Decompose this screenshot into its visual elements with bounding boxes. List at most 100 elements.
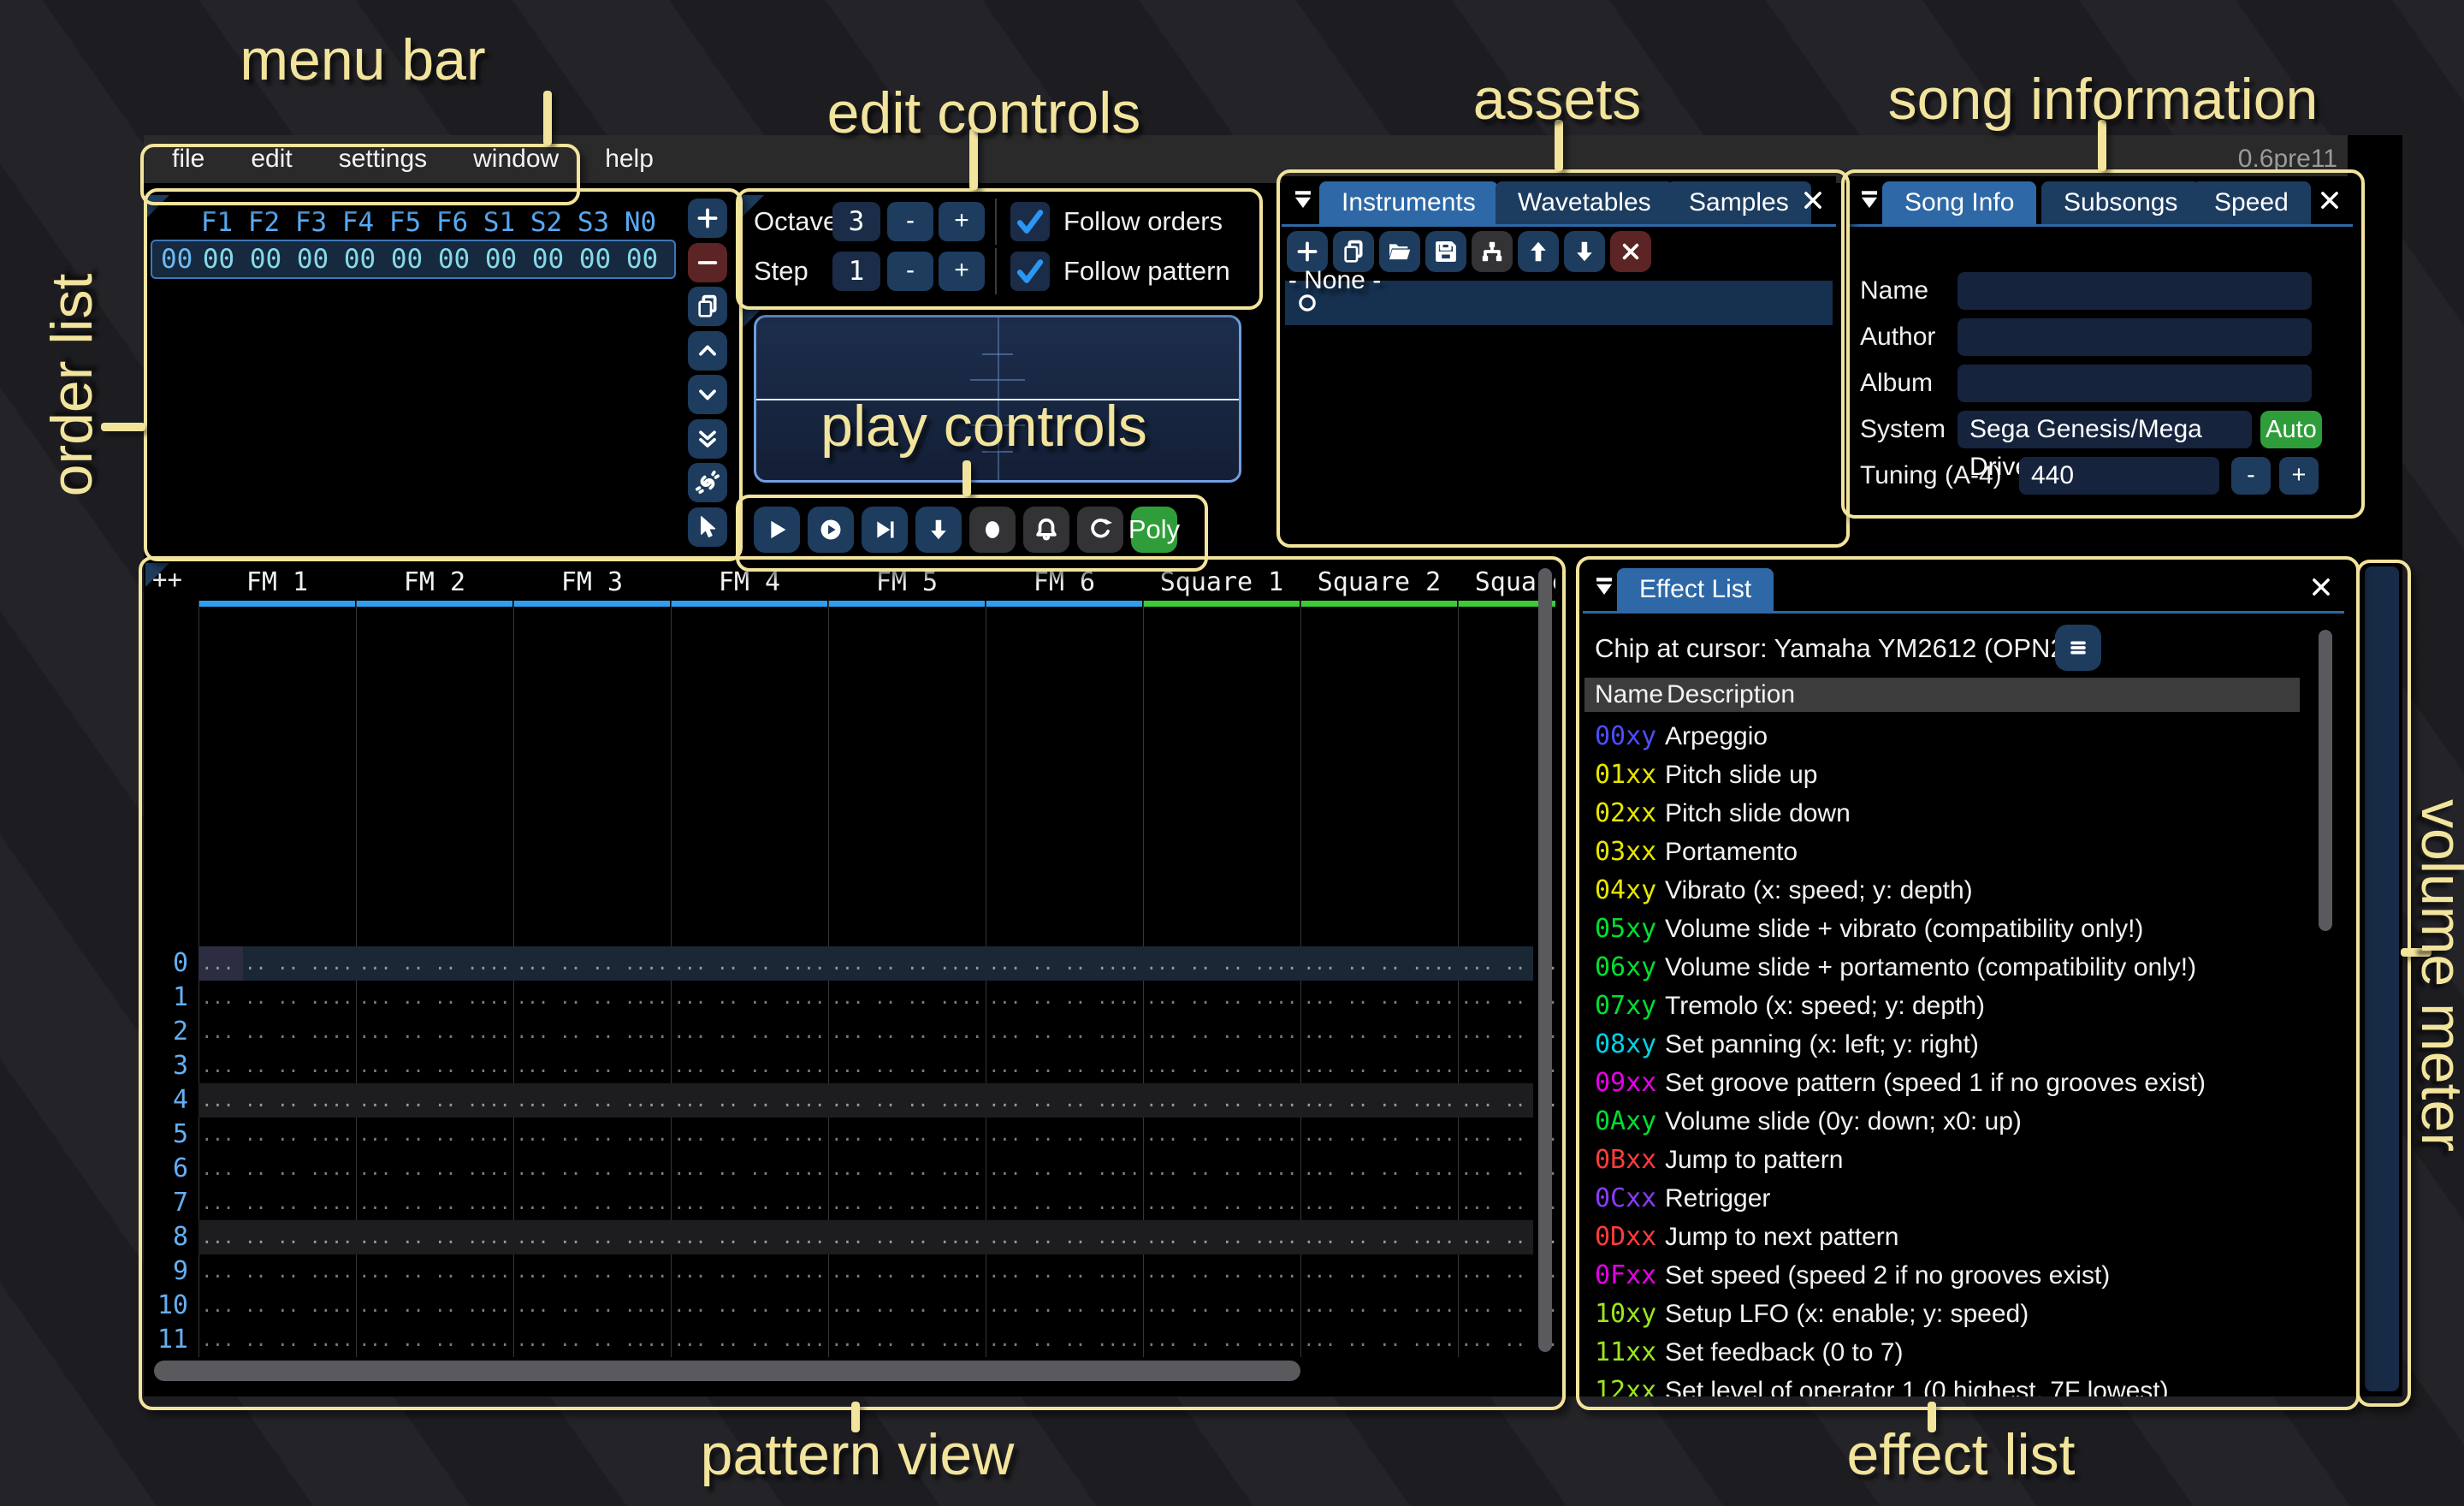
pattern-cell[interactable]: ... .. .. ....: [1143, 1083, 1300, 1118]
pattern-cell[interactable]: ... .. .. ....: [828, 1289, 986, 1323]
pattern-cell[interactable]: ... .. .. ....: [513, 1323, 671, 1357]
close-icon[interactable]: [2317, 187, 2343, 213]
pattern-cell[interactable]: ... .. .. ....: [1143, 1254, 1300, 1289]
pattern-cell[interactable]: ... .. .. ....: [356, 1289, 513, 1323]
pattern-cell[interactable]: ... .. .. ....: [1143, 1049, 1300, 1083]
repeat-button[interactable]: [1077, 507, 1123, 553]
minus-button[interactable]: [688, 243, 727, 282]
pattern-row-0[interactable]: 0... .. .. ....... .. .. ....... .. .. .…: [145, 946, 1555, 981]
tab-song-info[interactable]: Song Info: [1882, 181, 2036, 224]
pattern-cell[interactable]: ... .. .. ....: [513, 1254, 671, 1289]
record-button[interactable]: [969, 507, 1016, 553]
pattern-cell[interactable]: ... .. .. ....: [1143, 1015, 1300, 1049]
pattern-cell[interactable]: ... .. .. ....: [828, 1323, 986, 1357]
author-input[interactable]: [1958, 318, 2312, 356]
tab-effect-list[interactable]: Effect List: [1617, 568, 1774, 611]
follow-pattern-checkbox[interactable]: [1010, 252, 1050, 291]
close-icon[interactable]: [2308, 574, 2334, 600]
instrument-list-item[interactable]: - None -: [1285, 281, 1833, 325]
pattern-row-8[interactable]: 8... .. .. ....... .. .. ....... .. .. .…: [145, 1220, 1555, 1254]
pattern-row-3[interactable]: 3... .. .. ....... .. .. ....... .. .. .…: [145, 1049, 1555, 1083]
pattern-cell[interactable]: ... .. .. ....: [198, 1289, 356, 1323]
pattern-cell[interactable]: ... .. .. ....: [986, 1152, 1143, 1186]
pattern-cell[interactable]: ... .. .. ....: [513, 1049, 671, 1083]
pattern-cell[interactable]: ... .. .. ....: [1300, 946, 1458, 981]
pattern-cell[interactable]: ... .. .. ....: [828, 1015, 986, 1049]
pattern-row-6[interactable]: 6... .. .. ....... .. .. ....... .. .. .…: [145, 1152, 1555, 1186]
pattern-cell[interactable]: ... .. .. ....: [986, 1118, 1143, 1152]
pattern-cell[interactable]: ... .. .. ....: [198, 1254, 356, 1289]
pattern-cell[interactable]: ... .. .. ....: [1300, 1015, 1458, 1049]
pattern-cell[interactable]: ... .. .. ....: [828, 1118, 986, 1152]
plus-button[interactable]: [688, 199, 727, 238]
tuning-input[interactable]: 440: [2019, 457, 2219, 495]
step-decrease-button[interactable]: -: [887, 252, 933, 291]
pattern-cell[interactable]: ... .. .. ....: [198, 981, 356, 1015]
channel-header-fm-6[interactable]: FM 6: [986, 566, 1143, 599]
octave-value[interactable]: 3: [832, 202, 880, 241]
arrow-down-button[interactable]: [1564, 231, 1605, 272]
pattern-cell[interactable]: ... .. .. ....: [513, 1083, 671, 1118]
pattern-cell[interactable]: ... .. .. ....: [828, 946, 986, 981]
pattern-cell[interactable]: ... .. .. ....: [986, 1083, 1143, 1118]
pattern-cell[interactable]: ... .. .. ....: [356, 1083, 513, 1118]
pattern-cell[interactable]: ... .. .. ....: [356, 1015, 513, 1049]
order-cell[interactable]: 00: [289, 241, 336, 277]
unlink-button[interactable]: [688, 463, 727, 502]
pattern-cell[interactable]: ... .. .. ....: [828, 1049, 986, 1083]
order-cell[interactable]: 00: [572, 241, 619, 277]
order-cell[interactable]: 00: [383, 241, 430, 277]
order-cell[interactable]: 00: [336, 241, 383, 277]
pattern-cell[interactable]: ... .. .. ....: [198, 1220, 356, 1254]
channel-header-fm-1[interactable]: FM 1: [198, 566, 356, 599]
tab-instruments[interactable]: Instruments: [1319, 181, 1498, 224]
pattern-cell[interactable]: ... .. .. ....: [356, 1186, 513, 1220]
pattern-cell[interactable]: ... .. .. ....: [986, 1254, 1143, 1289]
channel-header-square-1[interactable]: Square 1: [1143, 566, 1300, 599]
order-cell[interactable]: 00: [477, 241, 524, 277]
pattern-cell[interactable]: ... .. .. ....: [1300, 1118, 1458, 1152]
poly-button[interactable]: Poly: [1131, 507, 1177, 553]
pattern-cell[interactable]: ... .. .. ....: [828, 981, 986, 1015]
cursor-button[interactable]: [688, 507, 727, 547]
pattern-row-4[interactable]: 4... .. .. ....... .. .. ....... .. .. .…: [145, 1083, 1555, 1118]
order-cell[interactable]: 00: [195, 241, 242, 277]
pattern-cell[interactable]: ... .. .. ....: [356, 1323, 513, 1357]
delete-button[interactable]: [1610, 231, 1651, 272]
system-select[interactable]: Sega Genesis/Mega Drive: [1958, 411, 2252, 448]
pattern-cell[interactable]: ... .. .. ....: [198, 1118, 356, 1152]
arrow-up-button[interactable]: [1518, 231, 1559, 272]
pattern-cell[interactable]: ... .. .. ....: [356, 1152, 513, 1186]
pattern-cell[interactable]: ... .. .. ....: [671, 1289, 828, 1323]
pattern-cell[interactable]: ... .. .. ....: [671, 1254, 828, 1289]
bell-button[interactable]: [1023, 507, 1069, 553]
order-cell[interactable]: 00: [524, 241, 572, 277]
order-cell[interactable]: 00: [430, 241, 477, 277]
pattern-cell[interactable]: ... .. .. ....: [671, 1152, 828, 1186]
tab-samples[interactable]: Samples: [1667, 181, 1811, 224]
pattern-cell[interactable]: ... .. .. ....: [1300, 981, 1458, 1015]
pattern-cell[interactable]: ... .. .. ....: [513, 1015, 671, 1049]
pattern-row-11[interactable]: 11... .. .. ....... .. .. ....... .. .. …: [145, 1323, 1555, 1357]
play-bar-button[interactable]: [862, 507, 908, 553]
pattern-cell[interactable]: ... .. .. ....: [1143, 1220, 1300, 1254]
tab-subsongs[interactable]: Subsongs: [2041, 181, 2200, 224]
chevrons-down-button[interactable]: [688, 419, 727, 459]
album-input[interactable]: [1958, 365, 2312, 402]
menu-item-window[interactable]: window: [450, 135, 582, 183]
pattern-vertical-scrollbar[interactable]: [1538, 568, 1552, 1352]
pattern-cell[interactable]: ... .. .. ....: [1300, 1254, 1458, 1289]
tree-button[interactable]: [1472, 231, 1513, 272]
pattern-cell[interactable]: ... .. .. ....: [986, 1289, 1143, 1323]
tab-speed[interactable]: Speed: [2192, 181, 2311, 224]
menu-item-settings[interactable]: settings: [316, 135, 450, 183]
pattern-expand-corner[interactable]: ++: [152, 565, 182, 594]
pattern-cell[interactable]: ... .. .. ....: [671, 1118, 828, 1152]
pattern-cell[interactable]: ... .. .. ....: [198, 1049, 356, 1083]
pattern-cell[interactable]: ... .. .. ....: [513, 1220, 671, 1254]
pattern-cell[interactable]: ... .. .. ....: [1300, 1049, 1458, 1083]
pattern-row-10[interactable]: 10... .. .. ....... .. .. ....... .. .. …: [145, 1289, 1555, 1323]
channel-header-fm-4[interactable]: FM 4: [671, 566, 828, 599]
pattern-cell[interactable]: ... .. .. ....: [513, 946, 671, 981]
pattern-cell[interactable]: ... .. .. ....: [1300, 1083, 1458, 1118]
